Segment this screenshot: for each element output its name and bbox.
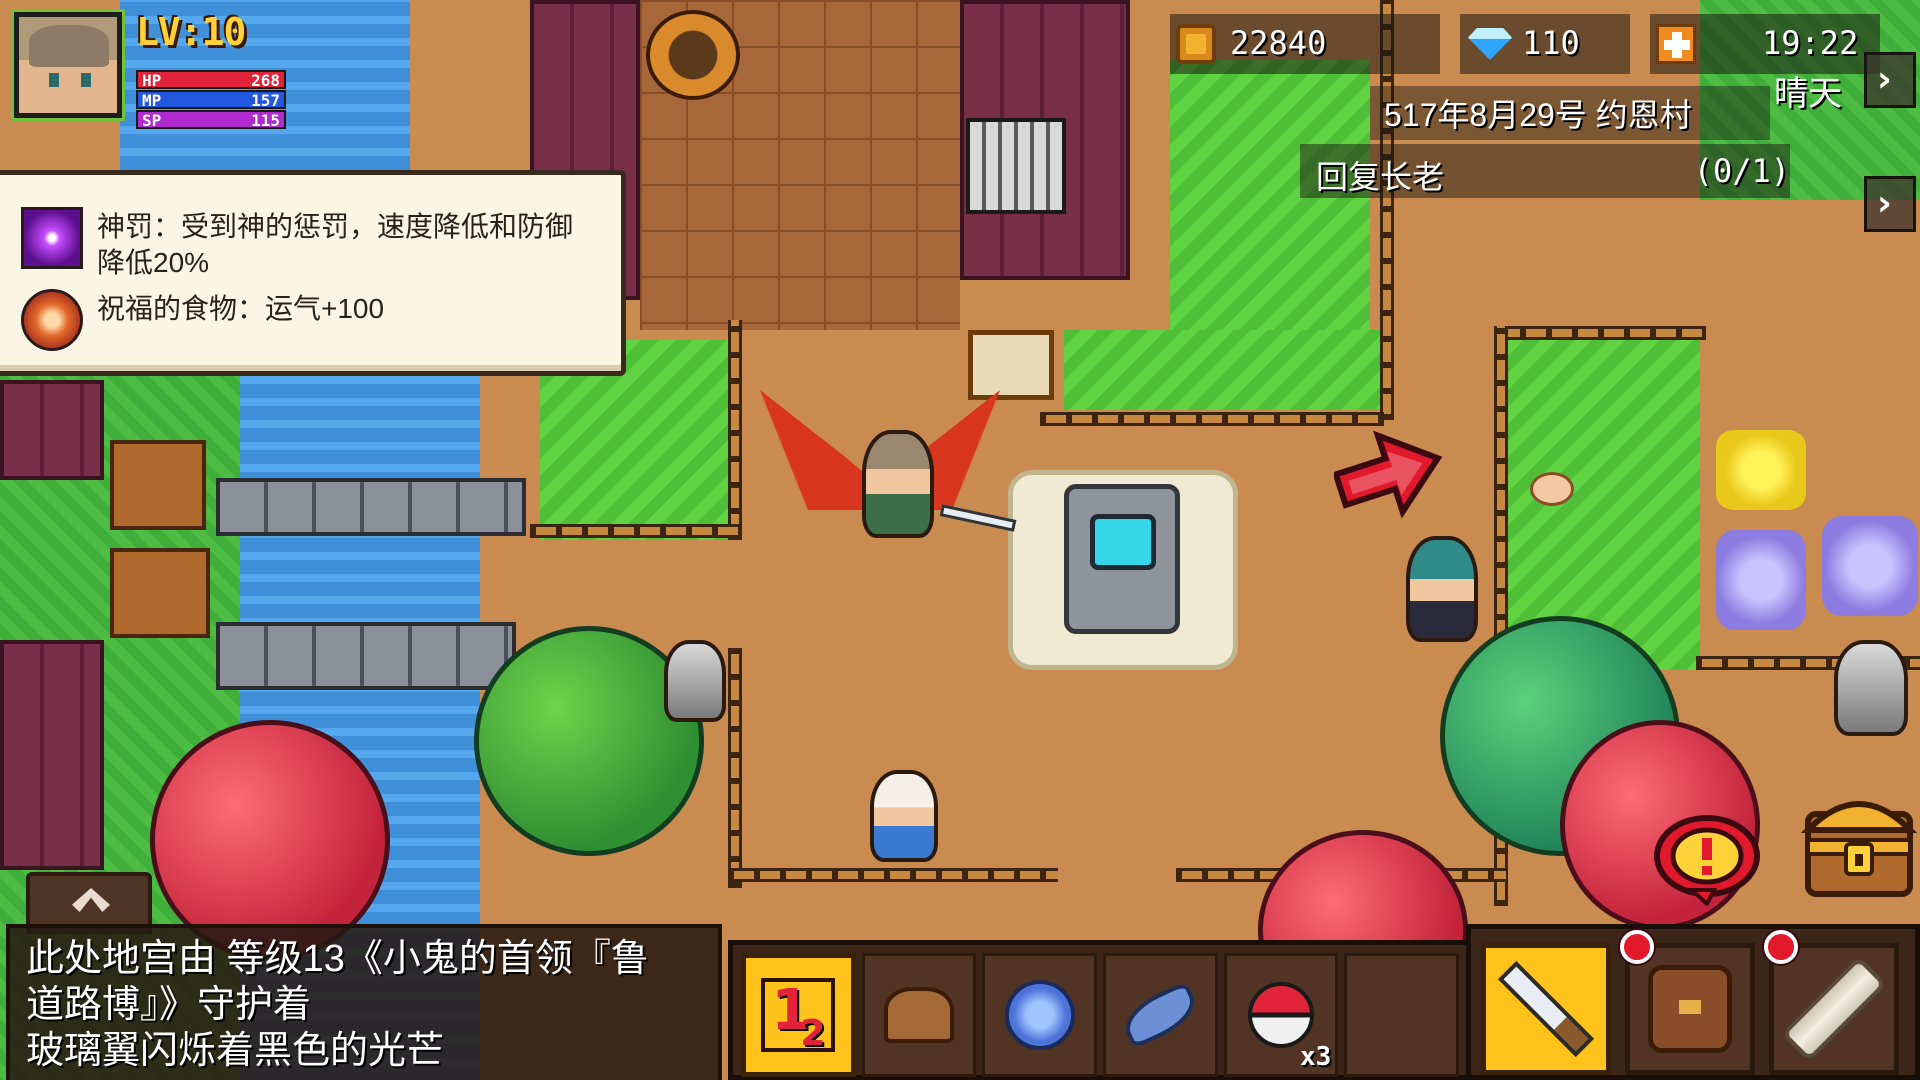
- sp-label: SP: [142, 111, 162, 130]
- hp-label: HP: [142, 71, 162, 90]
- hotbar-slot-4[interactable]: [1103, 953, 1218, 1077]
- hotbar-slot-6[interactable]: [1344, 953, 1459, 1077]
- sp-value: 115: [251, 111, 280, 130]
- clock: 19:22: [1650, 14, 1880, 74]
- chevron-up-icon: [72, 888, 110, 912]
- stone-bridge-bottom: [216, 622, 516, 690]
- sp-bar: SP 115: [136, 110, 286, 129]
- player-avatar[interactable]: [11, 9, 125, 121]
- fountain-gem: [1090, 514, 1156, 570]
- mp-value: 157: [251, 91, 280, 110]
- small-chick: [1530, 472, 1574, 506]
- house-stairs: [966, 118, 1066, 214]
- diamond-icon: [1468, 28, 1512, 60]
- avatar-eye: [49, 73, 59, 87]
- hotbar-slot-3[interactable]: [982, 953, 1098, 1077]
- hat-icon: [884, 987, 955, 1043]
- scroll-icon: [1780, 955, 1888, 1063]
- fence: [728, 868, 1058, 882]
- building-left-wall-lower: [0, 640, 104, 870]
- avatar-eye: [81, 73, 91, 87]
- flower-bed-purple: [1716, 530, 1806, 630]
- notice-board: [968, 330, 1054, 400]
- status-expand-button[interactable]: ›: [1864, 52, 1916, 108]
- fence: [728, 648, 742, 888]
- action-buttons: [1466, 924, 1920, 1080]
- npc-girl: [870, 770, 938, 862]
- status-effect-text: 祝福的食物：运气+100: [97, 293, 385, 324]
- chevron-right-icon: ›: [1877, 183, 1892, 224]
- magic-seal-icon: [1004, 980, 1075, 1050]
- quest-scroll-button[interactable]: [1764, 930, 1899, 1075]
- hotbar-slot-1[interactable]: [741, 953, 856, 1077]
- fence: [1494, 326, 1706, 340]
- direction-arrow-icon: [1334, 430, 1443, 518]
- flower-bed-purple-2: [1822, 516, 1918, 616]
- gold-coin-icon: [1176, 24, 1216, 64]
- medkit-icon[interactable]: [1656, 24, 1696, 64]
- mp-bar: MP 157: [136, 90, 286, 109]
- quest-tracker[interactable]: 回复长老 (0/1): [1300, 144, 1790, 198]
- avatar-hair: [29, 25, 109, 67]
- message-line: 此处地宫由 等级13《小鬼的首领『鲁: [26, 938, 649, 980]
- blessed-food-icon: [21, 289, 83, 351]
- status-effect-text: 神罚：受到神的惩罚，速度降低和防御降低20%: [97, 211, 574, 278]
- player-level: LV:10: [136, 10, 246, 54]
- gold-counter: 22840: [1170, 14, 1440, 74]
- supply-crate: [110, 440, 206, 530]
- gem-counter: 110: [1460, 14, 1630, 74]
- alert-icon[interactable]: [1652, 810, 1762, 906]
- clock-time: 19:22: [1762, 24, 1859, 62]
- sword-icon: [1497, 960, 1595, 1058]
- item-hotbar: x3: [728, 940, 1472, 1080]
- attack-button[interactable]: [1481, 943, 1611, 1075]
- date-location: 517年8月29号 约恩村: [1370, 86, 1770, 140]
- gold-value: 22840: [1230, 24, 1327, 62]
- capture-ball-icon: [1248, 982, 1314, 1048]
- divine-punishment-icon: [21, 207, 83, 269]
- hp-bar: HP 268: [136, 70, 286, 89]
- npc-elder: [1406, 536, 1478, 642]
- message-log: 此处地宫由 等级13《小鬼的首领『鲁 道路博』》守护着 玻璃翼闪烁着黑色的光芒: [6, 924, 722, 1080]
- npc-knight: [664, 640, 726, 722]
- flower-bed-yellow: [1716, 430, 1806, 510]
- building-left-wall: [0, 380, 104, 480]
- npc-knight: [1834, 640, 1908, 736]
- fence: [728, 320, 742, 540]
- skill-swap-icon: [761, 978, 836, 1054]
- status-effects-panel: 神罚：受到神的惩罚，速度降低和防御降低20% 祝福的食物：运气+100: [0, 170, 626, 376]
- world-status: 22840 110 19:22 晴天 517年8月29号 约恩村 回复长老 (0…: [1170, 14, 1920, 232]
- status-effect-item: 祝福的食物：运气+100: [21, 289, 597, 351]
- inventory-button[interactable]: [1620, 930, 1755, 1075]
- weather-label: 晴天: [1774, 75, 1842, 113]
- hotbar-slot-2[interactable]: [861, 953, 977, 1077]
- door-frame: [110, 548, 210, 638]
- gem-value: 110: [1522, 24, 1580, 62]
- item-count: x3: [1300, 1042, 1332, 1072]
- message-line: 玻璃翼闪烁着黑色的光芒: [26, 1030, 445, 1072]
- fence: [1040, 412, 1384, 426]
- player-status: LV:10 HP 268 MP 157 SP 115: [11, 9, 286, 129]
- potted-plant: [646, 10, 740, 100]
- backpack-icon: [1648, 965, 1732, 1053]
- quest-progress: (0/1): [1693, 152, 1790, 190]
- grass-patch-mid: [1064, 330, 1384, 410]
- treasure-chest-icon[interactable]: [1800, 784, 1918, 900]
- quest-expand-button[interactable]: ›: [1864, 176, 1916, 232]
- notification-badge: [1620, 930, 1654, 964]
- notification-badge: [1764, 930, 1798, 964]
- hotbar-slot-5[interactable]: x3: [1223, 953, 1339, 1077]
- message-line: 道路博』》守护着: [26, 984, 312, 1026]
- stone-bridge-top: [216, 478, 526, 536]
- feather-icon: [1117, 980, 1204, 1050]
- hp-value: 268: [251, 71, 280, 90]
- mp-label: MP: [142, 91, 162, 110]
- status-effect-item: 神罚：受到神的惩罚，速度降低和防御降低20%: [21, 207, 597, 281]
- player-sword: [939, 504, 1017, 532]
- chevron-right-icon: ›: [1877, 59, 1892, 100]
- player-character: [862, 430, 934, 538]
- fence: [530, 524, 742, 538]
- quest-name: 回复长老: [1316, 159, 1445, 195]
